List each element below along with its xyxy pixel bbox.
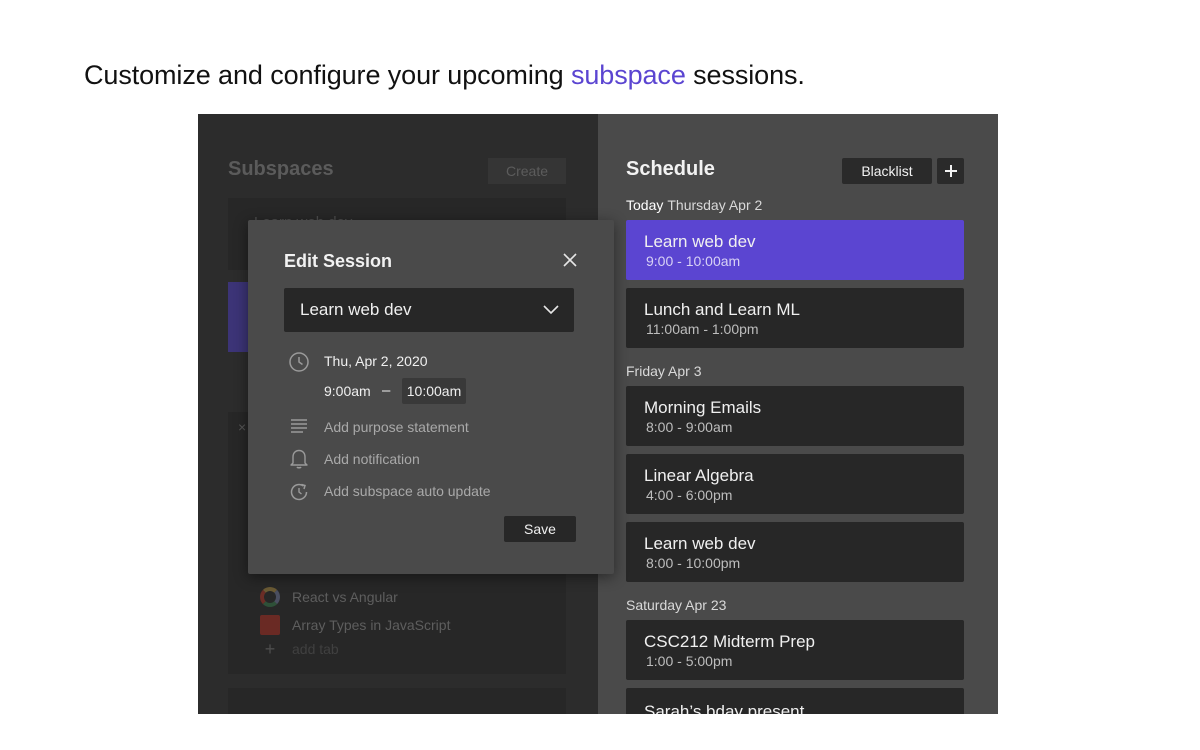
- session-time: 8:00 - 10:00pm: [646, 555, 741, 571]
- blacklist-button[interactable]: Blacklist: [842, 158, 932, 184]
- bell-icon: [290, 449, 308, 469]
- session-title: Learn web dev: [644, 534, 756, 553]
- subspaces-title: Subspaces: [228, 158, 334, 180]
- today-label: Today: [626, 197, 664, 213]
- text-lines-icon: [291, 419, 307, 433]
- headline-accent: subspace: [570, 60, 686, 90]
- day-label: Friday Apr 3: [626, 363, 702, 379]
- article-icon: [260, 615, 280, 635]
- subspace-select-value: Learn web dev: [300, 300, 412, 319]
- add-tab-button[interactable]: + add tab: [260, 638, 339, 660]
- page-headline: Customize and configure your upcoming su…: [84, 60, 805, 91]
- session-card[interactable]: Linear Algebra 4:00 - 6:00pm: [626, 454, 964, 514]
- add-tab-label: add tab: [292, 641, 339, 657]
- session-time: 11:00am - 1:00pm: [646, 321, 759, 337]
- google-icon: [260, 587, 280, 607]
- save-button[interactable]: Save: [504, 516, 576, 542]
- day-heading: Today Thursday Apr 2: [626, 197, 762, 213]
- add-purpose-field[interactable]: Add purpose statement: [324, 419, 469, 435]
- app-window: Subspaces Create Learn web dev × React v…: [198, 114, 998, 714]
- day-heading: Saturday Apr 23: [626, 597, 726, 613]
- start-time[interactable]: 9:00am: [324, 383, 371, 399]
- add-session-button[interactable]: [937, 158, 964, 184]
- auto-update-icon: [290, 483, 308, 501]
- session-title: Lunch and Learn ML: [644, 300, 800, 319]
- end-time[interactable]: 10:00am: [402, 378, 466, 404]
- session-time: 8:00 - 9:00am: [646, 419, 733, 435]
- subspace-card[interactable]: [228, 688, 566, 714]
- session-title: Linear Algebra: [644, 466, 754, 485]
- session-title: Learn web dev: [644, 232, 756, 251]
- day-heading: Friday Apr 3: [626, 363, 701, 379]
- clock-icon: [289, 352, 309, 372]
- schedule-title: Schedule: [626, 158, 715, 180]
- session-title: Morning Emails: [644, 398, 762, 417]
- add-auto-update-field[interactable]: Add subspace auto update: [324, 483, 491, 499]
- session-card[interactable]: Lunch and Learn ML 11:00am - 1:00pm: [626, 288, 964, 348]
- tab-item[interactable]: React vs Angular: [260, 586, 398, 608]
- session-card[interactable]: Morning Emails 8:00 - 9:00am: [626, 386, 964, 446]
- chevron-down-icon: [543, 305, 559, 315]
- day-label: Saturday Apr 23: [626, 597, 727, 613]
- close-icon[interactable]: [560, 250, 580, 270]
- tab-item-label: Array Types in JavaScript: [292, 617, 451, 633]
- session-time: 9:00 - 10:00am: [646, 253, 741, 269]
- remove-icon[interactable]: ×: [238, 419, 246, 435]
- day-label: Thursday Apr 2: [667, 197, 763, 213]
- schedule-panel: Schedule Blacklist Today Thursday Apr 2 L…: [598, 114, 998, 714]
- session-title: CSC212 Midterm Prep: [644, 632, 816, 651]
- create-subspace-button[interactable]: Create: [488, 158, 566, 184]
- tab-item[interactable]: Array Types in JavaScript: [260, 614, 450, 636]
- add-notification-field[interactable]: Add notification: [324, 451, 420, 467]
- session-time: 1:00 - 5:00pm: [646, 653, 733, 669]
- headline-text: Customize and configure your upcoming: [84, 60, 571, 90]
- session-date[interactable]: Thu, Apr 2, 2020: [324, 353, 428, 369]
- session-time: 4:00 - 6:00pm: [646, 487, 733, 503]
- subspace-select[interactable]: Learn web dev: [284, 288, 574, 332]
- plus-icon: +: [264, 638, 276, 659]
- headline-text-end: sessions.: [685, 60, 805, 90]
- edit-session-dialog: Edit Session Learn web dev Thu, Apr 2, 2…: [248, 220, 614, 574]
- dialog-title: Edit Session: [284, 251, 393, 271]
- session-card[interactable]: Sarah’s bday present: [626, 688, 964, 714]
- session-card-selected[interactable]: Learn web dev 9:00 - 10:00am: [626, 220, 964, 280]
- time-separator: –: [382, 382, 391, 399]
- session-card[interactable]: Learn web dev 8:00 - 10:00pm: [626, 522, 964, 582]
- session-card[interactable]: CSC212 Midterm Prep 1:00 - 5:00pm: [626, 620, 964, 680]
- tab-item-label: React vs Angular: [292, 589, 398, 605]
- session-title: Sarah’s bday present: [644, 702, 805, 714]
